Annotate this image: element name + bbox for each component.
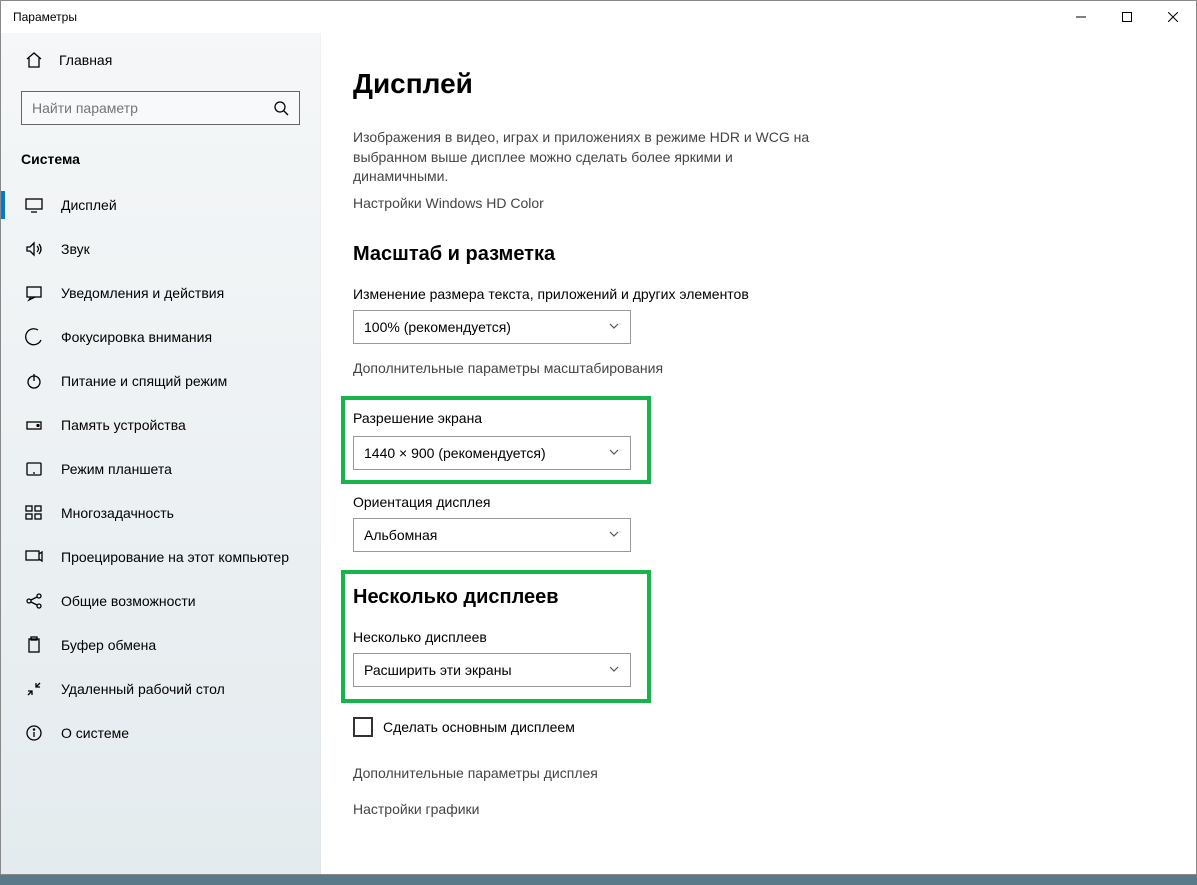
multi-dropdown[interactable]: Расширить эти экраны bbox=[353, 653, 631, 687]
hdr-description: Изображения в видео, играх и приложениях… bbox=[353, 128, 813, 187]
maximize-button[interactable] bbox=[1104, 1, 1150, 33]
tablet-icon bbox=[25, 460, 43, 478]
nav-item-multitask[interactable]: Многозадачность bbox=[1, 491, 320, 535]
nav-item-shared[interactable]: Общие возможности bbox=[1, 579, 320, 623]
search-box[interactable] bbox=[21, 91, 300, 125]
nav-label: Фокусировка внимания bbox=[61, 329, 212, 345]
nav-label: Память устройства bbox=[61, 417, 186, 433]
nav-label: Общие возможности bbox=[61, 593, 196, 609]
nav-label: Питание и спящий режим bbox=[61, 373, 227, 389]
search-input[interactable] bbox=[32, 100, 273, 116]
nav-label: Режим планшета bbox=[61, 461, 172, 477]
nav-item-focus[interactable]: Фокусировка внимания bbox=[1, 315, 320, 359]
graphics-settings-link[interactable]: Настройки графики bbox=[353, 801, 1156, 817]
home-icon bbox=[25, 51, 43, 69]
nav-item-sound[interactable]: Звук bbox=[1, 227, 320, 271]
window-body: Главная Система Дисплей Звук Уведомления bbox=[1, 33, 1196, 874]
nav-item-notifications[interactable]: Уведомления и действия bbox=[1, 271, 320, 315]
page-title: Дисплей bbox=[353, 68, 1156, 100]
nav-item-storage[interactable]: Память устройства bbox=[1, 403, 320, 447]
nav-label: Уведомления и действия bbox=[61, 285, 224, 301]
multi-label: Несколько дисплеев bbox=[353, 629, 633, 645]
nav-label: Буфер обмена bbox=[61, 637, 156, 653]
orientation-dropdown[interactable]: Альбомная bbox=[353, 518, 631, 552]
content-area: Дисплей Изображения в видео, играх и при… bbox=[321, 33, 1196, 874]
nav-label: Многозадачность bbox=[61, 505, 174, 521]
nav-label: Проецирование на этот компьютер bbox=[61, 549, 289, 565]
shared-icon bbox=[25, 592, 43, 610]
clipboard-icon bbox=[25, 636, 43, 654]
hdr-settings-link[interactable]: Настройки Windows HD Color bbox=[353, 195, 1156, 211]
nav-item-display[interactable]: Дисплей bbox=[1, 183, 320, 227]
scale-label: Изменение размера текста, приложений и д… bbox=[353, 286, 1156, 302]
display-icon bbox=[25, 196, 43, 214]
nav-item-tablet[interactable]: Режим планшета bbox=[1, 447, 320, 491]
nav-label: Дисплей bbox=[61, 197, 117, 213]
remote-icon bbox=[25, 680, 43, 698]
multi-value: Расширить эти экраны bbox=[364, 662, 512, 678]
advanced-display-link[interactable]: Дополнительные параметры дисплея bbox=[353, 765, 1156, 781]
home-button[interactable]: Главная bbox=[1, 43, 320, 77]
checkbox-icon bbox=[353, 717, 373, 737]
multitask-icon bbox=[25, 504, 43, 522]
nav-item-about[interactable]: О системе bbox=[1, 711, 320, 755]
make-primary-checkbox[interactable]: Сделать основным дисплеем bbox=[353, 717, 1156, 737]
about-icon bbox=[25, 724, 43, 742]
nav-list: Дисплей Звук Уведомления и действия Фоку… bbox=[1, 183, 320, 755]
minimize-button[interactable] bbox=[1058, 1, 1104, 33]
focus-icon bbox=[25, 328, 43, 346]
nav-item-power[interactable]: Питание и спящий режим bbox=[1, 359, 320, 403]
chevron-down-icon bbox=[608, 445, 620, 461]
scale-dropdown[interactable]: 100% (рекомендуется) bbox=[353, 310, 631, 344]
chevron-down-icon bbox=[608, 319, 620, 335]
titlebar-controls bbox=[1058, 1, 1196, 33]
nav-item-remote[interactable]: Удаленный рабочий стол bbox=[1, 667, 320, 711]
scale-value: 100% (рекомендуется) bbox=[364, 319, 511, 335]
titlebar: Параметры bbox=[1, 1, 1196, 33]
nav-item-project[interactable]: Проецирование на этот компьютер bbox=[1, 535, 320, 579]
storage-icon bbox=[25, 416, 43, 434]
nav-label: Удаленный рабочий стол bbox=[61, 681, 225, 697]
category-title: Система bbox=[1, 139, 320, 183]
project-icon bbox=[25, 548, 43, 566]
chevron-down-icon bbox=[608, 662, 620, 678]
multi-display-highlight: Несколько дисплеев Несколько дисплеев Ра… bbox=[341, 570, 651, 703]
multi-heading: Несколько дисплеев bbox=[353, 586, 633, 609]
window-title: Параметры bbox=[13, 10, 77, 24]
sidebar: Главная Система Дисплей Звук Уведомления bbox=[1, 33, 321, 874]
search-icon bbox=[273, 100, 289, 116]
scale-heading: Масштаб и разметка bbox=[353, 243, 1156, 266]
orientation-value: Альбомная bbox=[364, 527, 437, 543]
orientation-label: Ориентация дисплея bbox=[353, 494, 1156, 510]
home-label: Главная bbox=[59, 52, 112, 68]
nav-label: Звук bbox=[61, 241, 90, 257]
make-primary-label: Сделать основным дисплеем bbox=[383, 719, 575, 735]
resolution-dropdown[interactable]: 1440 × 900 (рекомендуется) bbox=[353, 436, 631, 470]
resolution-label: Разрешение экрана bbox=[353, 410, 633, 426]
settings-window: Параметры Главная Система Дисплей bbox=[0, 0, 1197, 875]
notifications-icon bbox=[25, 284, 43, 302]
nav-item-clipboard[interactable]: Буфер обмена bbox=[1, 623, 320, 667]
power-icon bbox=[25, 372, 43, 390]
resolution-value: 1440 × 900 (рекомендуется) bbox=[364, 445, 546, 461]
resolution-highlight: Разрешение экрана 1440 × 900 (рекомендуе… bbox=[341, 396, 651, 484]
sound-icon bbox=[25, 240, 43, 258]
nav-label: О системе bbox=[61, 725, 129, 741]
chevron-down-icon bbox=[608, 527, 620, 543]
scale-advanced-link[interactable]: Дополнительные параметры масштабирования bbox=[353, 360, 1156, 376]
close-button[interactable] bbox=[1150, 1, 1196, 33]
